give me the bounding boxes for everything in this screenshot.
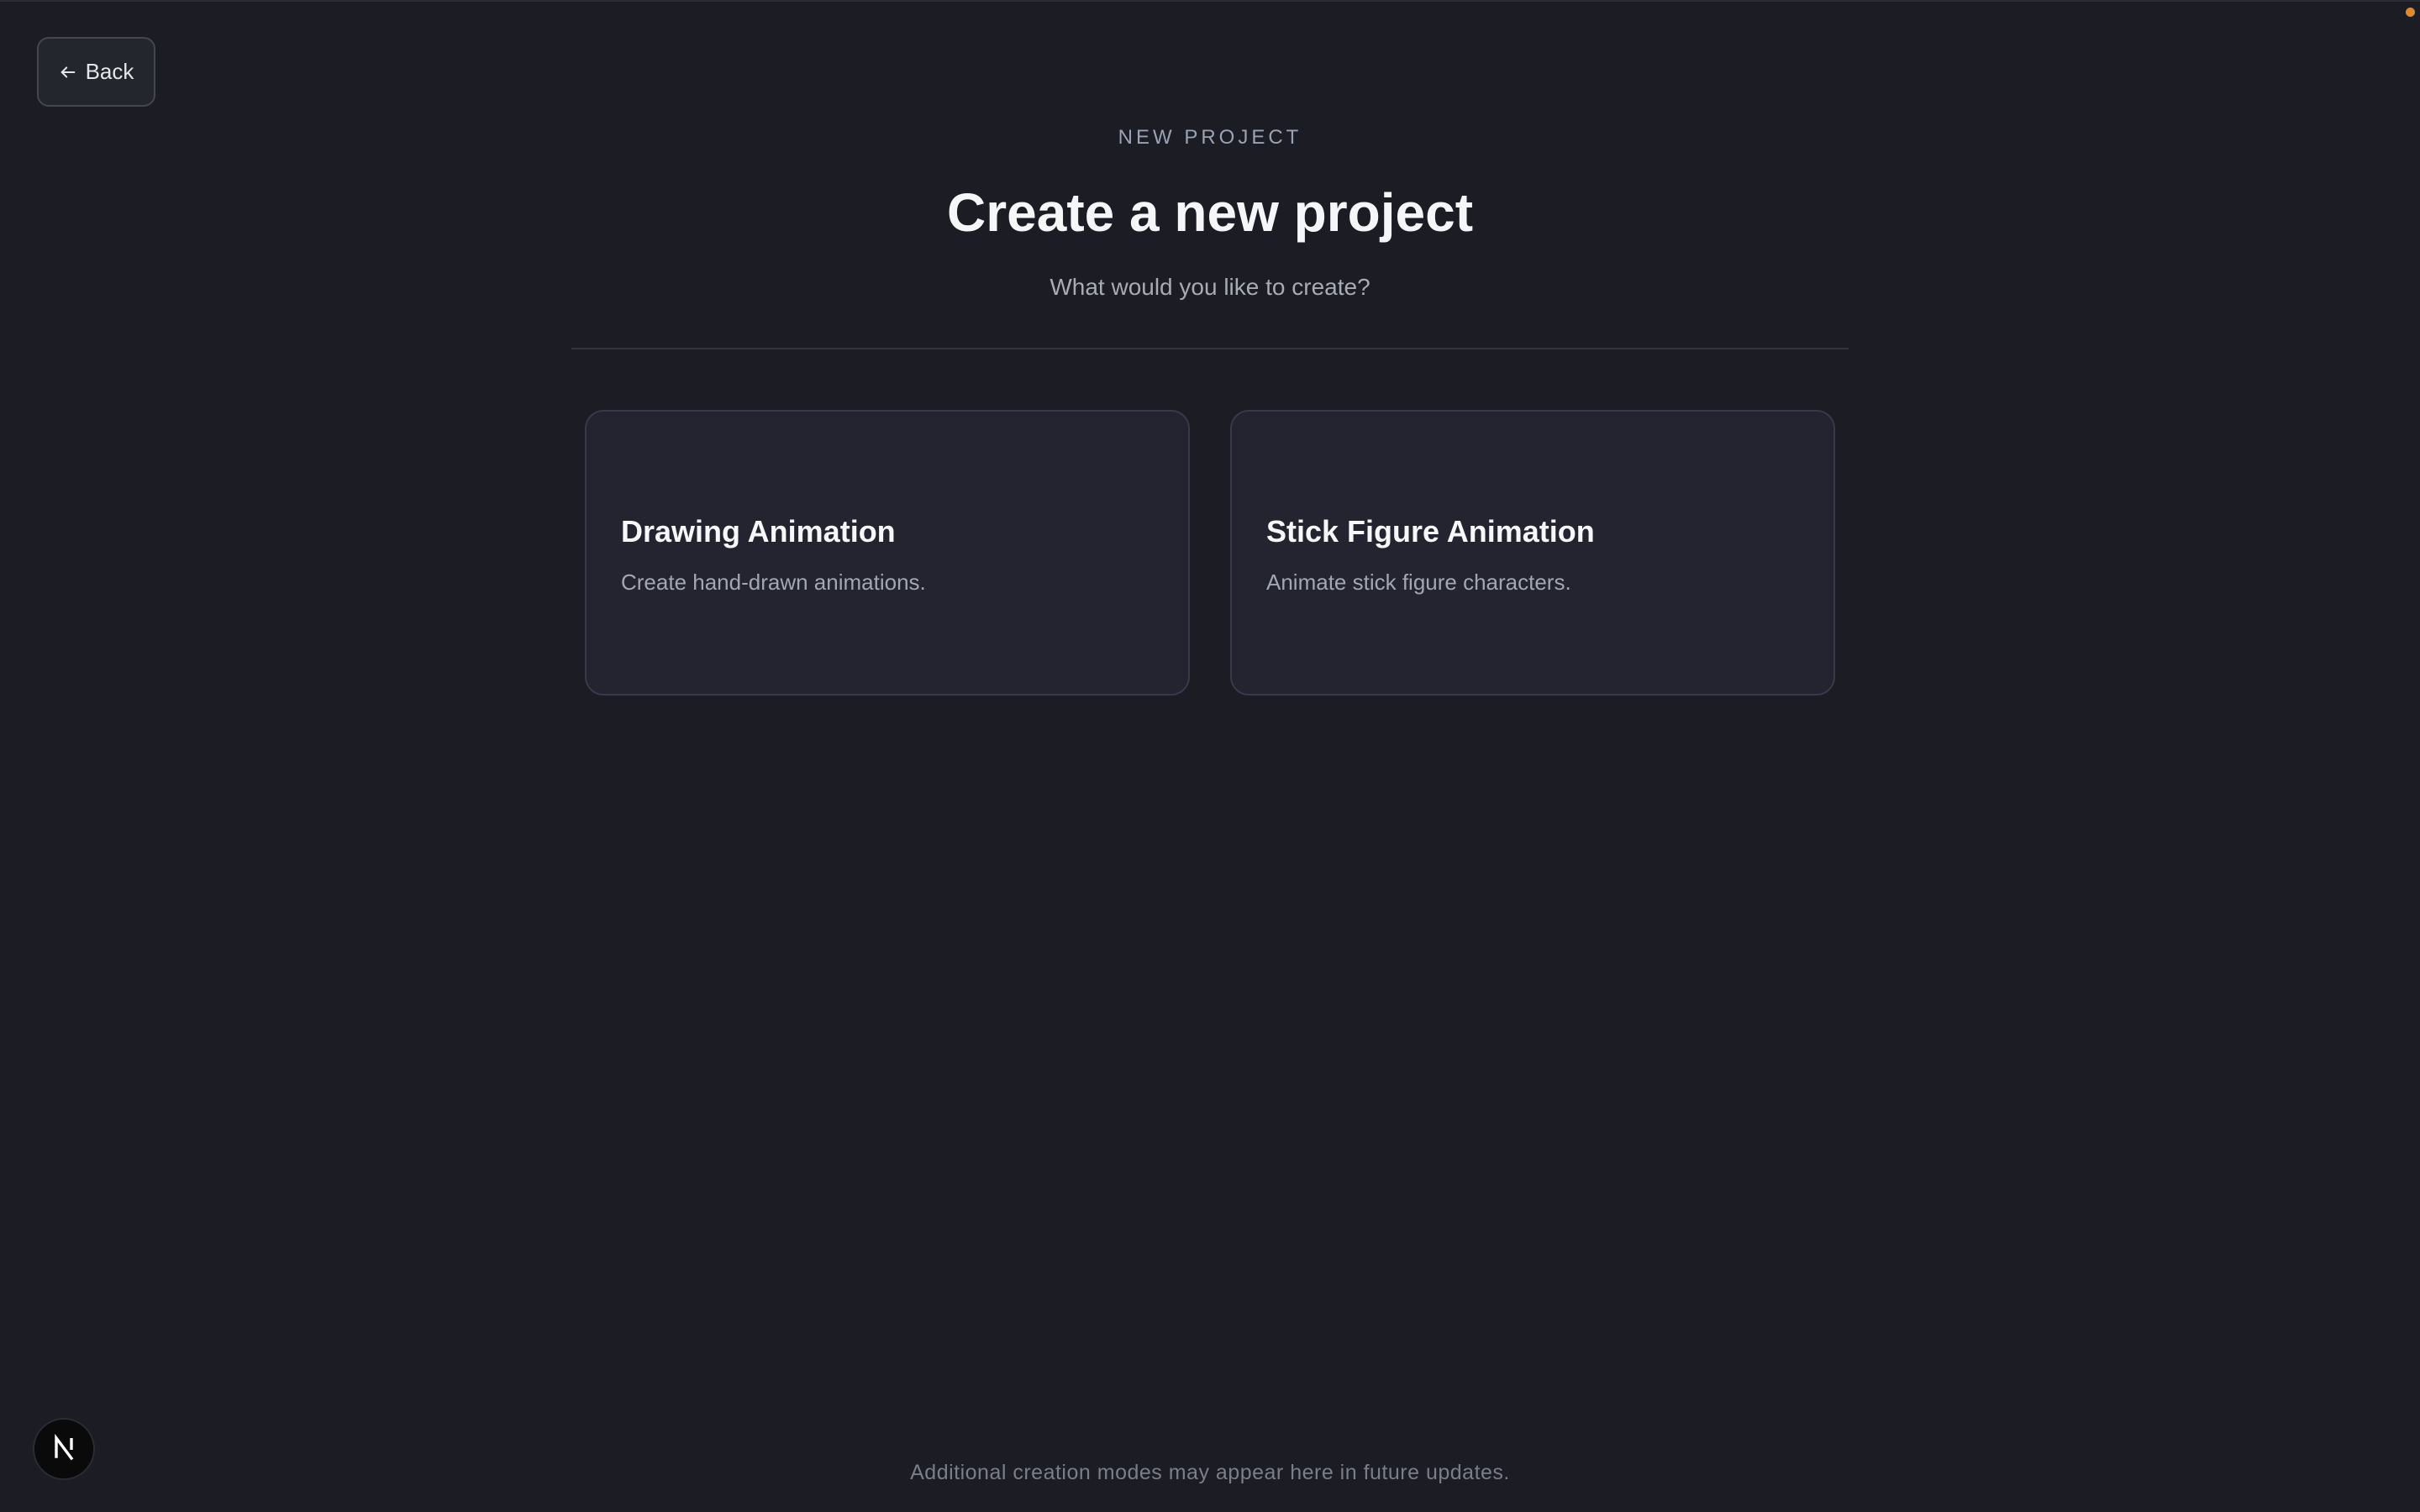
page-title: Create a new project bbox=[947, 182, 1473, 243]
drawing-animation-card[interactable]: Drawing Animation Create hand-drawn anim… bbox=[585, 410, 1190, 696]
arrow-left-icon bbox=[59, 63, 77, 81]
footer-note: Additional creation modes may appear her… bbox=[910, 1461, 1510, 1484]
stick-figure-animation-card[interactable]: Stick Figure Animation Animate stick fig… bbox=[1230, 410, 1835, 696]
page-subtitle: What would you like to create? bbox=[1050, 274, 1370, 300]
card-title: Stick Figure Animation bbox=[1266, 514, 1595, 549]
back-button-label: Back bbox=[85, 59, 134, 84]
page-eyebrow: NEW PROJECT bbox=[1118, 126, 1302, 149]
status-dot-indicator bbox=[2406, 8, 2415, 17]
card-description: Animate stick figure characters. bbox=[1266, 570, 1571, 595]
header-divider bbox=[571, 348, 1849, 349]
card-title: Drawing Animation bbox=[621, 514, 896, 549]
back-button[interactable]: Back bbox=[37, 37, 155, 107]
top-border bbox=[0, 0, 2420, 2]
card-description: Create hand-drawn animations. bbox=[621, 570, 926, 595]
